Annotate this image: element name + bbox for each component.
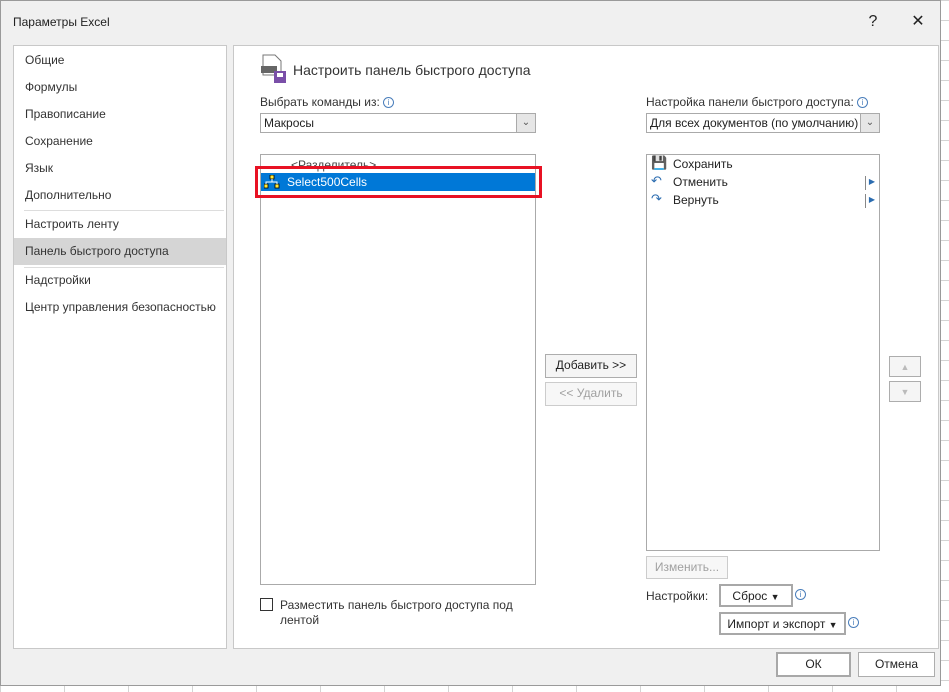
below-ribbon-label[interactable]: Разместить панель быстрого доступа под л… bbox=[280, 598, 520, 628]
sidebar-item-language[interactable]: Язык bbox=[14, 155, 226, 182]
main-panel: Настроить панель быстрого доступа Выбрат… bbox=[233, 45, 939, 649]
qat-scope-label: Настройка панели быстрого доступа: i bbox=[646, 95, 869, 109]
sidebar-item-customize-ribbon[interactable]: Настроить ленту bbox=[14, 211, 226, 238]
qat-item-label: Сохранить bbox=[673, 157, 733, 171]
ok-button[interactable]: ОК bbox=[776, 652, 851, 677]
submenu-arrow-icon[interactable]: ▶ bbox=[864, 194, 875, 208]
reset-label: Сброс bbox=[732, 589, 768, 603]
reset-button[interactable]: Сброс ▼ bbox=[719, 584, 793, 607]
sidebar-item-addins[interactable]: Надстройки bbox=[14, 267, 226, 294]
qat-item-label: Отменить bbox=[673, 175, 728, 189]
qat-scope-label-text: Настройка панели быстрого доступа: bbox=[646, 95, 854, 109]
submenu-arrow-icon[interactable]: ▶ bbox=[864, 176, 875, 190]
sidebar: Общие Формулы Правописание Сохранение Яз… bbox=[13, 45, 227, 649]
qat-item-undo[interactable]: ↶ Отменить ▶ bbox=[647, 173, 879, 191]
info-icon: i bbox=[383, 97, 395, 109]
sidebar-item-save[interactable]: Сохранение bbox=[14, 128, 226, 155]
sidebar-item-formulas[interactable]: Формулы bbox=[14, 74, 226, 101]
sidebar-item-trust-center[interactable]: Центр управления безопасностью bbox=[14, 294, 226, 321]
choose-commands-label-text: Выбрать команды из: bbox=[260, 95, 380, 109]
qat-item-save[interactable]: 💾 Сохранить bbox=[647, 155, 879, 173]
save-icon: 💾 bbox=[651, 155, 668, 170]
help-button[interactable]: ? bbox=[858, 9, 888, 35]
chevron-down-icon[interactable]: ⌄ bbox=[516, 114, 535, 132]
choose-commands-select[interactable]: Макросы ⌄ bbox=[260, 113, 536, 133]
info-icon: i bbox=[848, 617, 859, 628]
arrow-down-icon: ▼ bbox=[900, 387, 910, 397]
undo-icon: ↶ bbox=[651, 173, 662, 188]
choose-commands-value: Макросы bbox=[264, 116, 315, 130]
page-heading: Настроить панель быстрого доступа bbox=[293, 62, 531, 78]
qat-list[interactable]: 💾 Сохранить ↶ Отменить ▶ ↷ Вернуть ▶ bbox=[646, 154, 880, 551]
qat-scope-select[interactable]: Для всех документов (по умолчанию) ⌄ bbox=[646, 113, 880, 133]
cancel-button[interactable]: Отмена bbox=[858, 652, 935, 677]
dialog-title: Параметры Excel bbox=[13, 15, 110, 29]
move-up-button[interactable]: ▲ bbox=[889, 356, 921, 377]
import-export-label: Импорт и экспорт bbox=[727, 617, 826, 631]
import-export-button[interactable]: Импорт и экспорт ▼ bbox=[719, 612, 846, 635]
add-button[interactable]: Добавить >> bbox=[545, 354, 637, 378]
chevron-down-icon[interactable]: ⌄ bbox=[860, 114, 879, 132]
dropdown-arrow-icon: ▼ bbox=[828, 620, 838, 630]
modify-button[interactable]: Изменить... bbox=[646, 556, 728, 579]
move-down-button[interactable]: ▼ bbox=[889, 381, 921, 402]
redo-icon: ↷ bbox=[651, 191, 662, 206]
qat-item-label: Вернуть bbox=[673, 193, 719, 207]
info-icon: i bbox=[795, 589, 806, 600]
sidebar-item-advanced[interactable]: Дополнительно bbox=[14, 182, 226, 209]
settings-label: Настройки: bbox=[646, 589, 709, 603]
remove-button[interactable]: << Удалить bbox=[545, 382, 637, 406]
highlight-box bbox=[255, 166, 542, 198]
sidebar-item-general[interactable]: Общие bbox=[14, 47, 226, 74]
dropdown-arrow-icon: ▼ bbox=[770, 592, 780, 602]
excel-options-dialog: Параметры Excel ? ✕ Общие Формулы Правоп… bbox=[0, 0, 941, 686]
qat-scope-value: Для всех документов (по умолчанию) bbox=[650, 116, 859, 130]
arrow-up-icon: ▲ bbox=[900, 362, 910, 372]
sidebar-item-quick-access-toolbar[interactable]: Панель быстрого доступа bbox=[14, 238, 226, 265]
choose-commands-label: Выбрать команды из: i bbox=[260, 95, 395, 109]
close-button[interactable]: ✕ bbox=[903, 9, 933, 35]
qat-item-redo[interactable]: ↷ Вернуть ▶ bbox=[647, 191, 879, 209]
below-ribbon-checkbox[interactable] bbox=[260, 598, 273, 611]
qat-customize-icon bbox=[260, 54, 288, 84]
commands-list[interactable]: <Разделитель> Select500Cells bbox=[260, 154, 536, 585]
info-icon: i bbox=[857, 97, 869, 109]
sidebar-item-proofing[interactable]: Правописание bbox=[14, 101, 226, 128]
